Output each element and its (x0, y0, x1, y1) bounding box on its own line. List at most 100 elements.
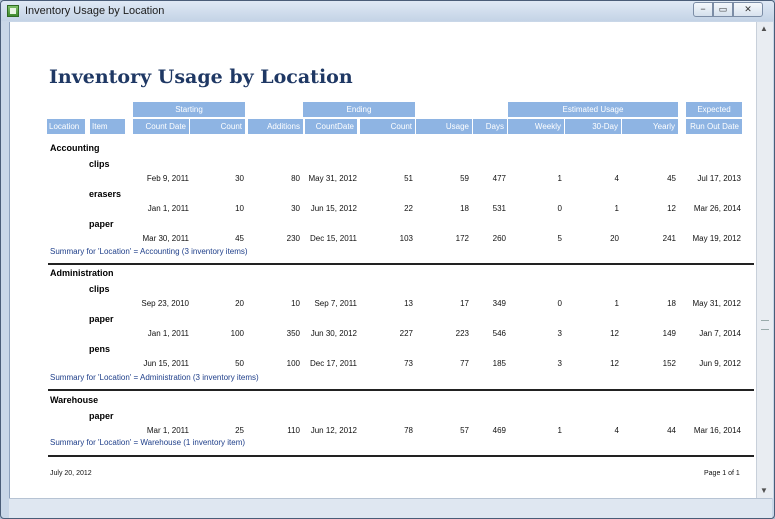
start-count-cell: 25 (235, 426, 244, 435)
thirty-day-cell: 20 (610, 234, 619, 243)
additions-cell: 80 (291, 174, 300, 183)
additions-cell: 110 (287, 426, 300, 435)
usage-cell: 59 (460, 174, 469, 183)
thirty-day-cell: 12 (610, 359, 619, 368)
run-out-date-cell: May 31, 2012 (692, 299, 741, 308)
column-days: Days (473, 119, 507, 134)
additions-cell: 350 (286, 329, 300, 338)
usage-cell: 57 (460, 426, 469, 435)
end-count-cell: 13 (404, 299, 413, 308)
start-count-date-cell: Jan 1, 2011 (147, 204, 189, 213)
days-cell: 349 (492, 299, 506, 308)
status-bar (9, 498, 772, 518)
vertical-scrollbar[interactable]: ▲ ▼ (756, 22, 773, 498)
group-divider (48, 455, 754, 457)
report-title: Inventory Usage by Location (49, 66, 353, 88)
scroll-down-arrow-icon[interactable]: ▼ (760, 486, 768, 495)
scroll-thumb-grip[interactable] (761, 320, 769, 330)
usage-cell: 223 (455, 329, 469, 338)
end-count-date-cell: Jun 15, 2012 (310, 204, 357, 213)
end-count-date-cell: Jun 12, 2012 (310, 426, 357, 435)
days-cell: 477 (492, 174, 506, 183)
column-30-day: 30-Day (565, 119, 621, 134)
weekly-cell: 5 (557, 234, 562, 243)
days-cell: 546 (492, 329, 506, 338)
column-weekly: Weekly (508, 119, 564, 134)
thirty-day-cell: 12 (610, 329, 619, 338)
yearly-cell: 149 (662, 329, 676, 338)
column-end-count-date: CountDate (305, 119, 357, 134)
window-title: Inventory Usage by Location (25, 5, 165, 17)
end-count-cell: 51 (404, 174, 413, 183)
item-name: paper (89, 411, 114, 421)
weekly-cell: 3 (557, 329, 562, 338)
run-out-date-cell: Mar 16, 2014 (693, 426, 741, 435)
report-page: Inventory Usage by Location Starting End… (10, 22, 756, 498)
item-name: clips (89, 284, 110, 294)
end-count-date-cell: Sep 7, 2011 (314, 299, 357, 308)
run-out-date-cell: Mar 26, 2014 (693, 204, 741, 213)
end-count-date-cell: May 31, 2012 (308, 174, 357, 183)
column-yearly: Yearly (622, 119, 678, 134)
yearly-cell: 12 (667, 204, 676, 213)
start-count-date-cell: Feb 9, 2011 (146, 174, 189, 183)
end-count-cell: 103 (399, 234, 413, 243)
thirty-day-cell: 4 (614, 426, 619, 435)
group-summary-accounting: Summary for 'Location' = Accounting (3 i… (50, 247, 248, 256)
item-name: clips (89, 159, 110, 169)
column-item: Item (90, 119, 125, 134)
thirty-day-cell: 1 (614, 204, 619, 213)
run-out-date-cell: Jun 9, 2012 (699, 359, 741, 368)
additions-cell: 230 (286, 234, 300, 243)
weekly-cell: 1 (557, 426, 562, 435)
end-count-date-cell: Jun 30, 2012 (310, 329, 357, 338)
close-button[interactable]: ✕ (733, 2, 763, 17)
end-count-cell: 227 (399, 329, 413, 338)
group-divider (48, 263, 754, 265)
column-end-count: Count (360, 119, 415, 134)
thirty-day-cell: 4 (614, 174, 619, 183)
minimize-button[interactable]: − (693, 2, 713, 17)
weekly-cell: 0 (557, 299, 562, 308)
usage-cell: 18 (460, 204, 469, 213)
yearly-cell: 152 (662, 359, 676, 368)
group-location-administration: Administration (50, 268, 114, 278)
start-count-date-cell: Mar 30, 2011 (142, 234, 189, 243)
column-usage: Usage (416, 119, 472, 134)
start-count-cell: 45 (235, 234, 244, 243)
start-count-cell: 30 (235, 174, 244, 183)
days-cell: 260 (492, 234, 506, 243)
header-estimated-usage: Estimated Usage (508, 102, 678, 117)
thirty-day-cell: 1 (614, 299, 619, 308)
title-bar[interactable]: Inventory Usage by Location − ▭ ✕ (1, 1, 774, 21)
group-summary-warehouse: Summary for 'Location' = Warehouse (1 in… (50, 438, 246, 447)
column-count-date: Count Date (133, 119, 189, 134)
yearly-cell: 45 (667, 174, 676, 183)
start-count-cell: 50 (235, 359, 244, 368)
group-location-warehouse: Warehouse (50, 395, 99, 405)
start-count-cell: 20 (235, 299, 244, 308)
group-divider (48, 389, 754, 391)
header-ending: Ending (303, 102, 415, 117)
report-app-icon (7, 5, 19, 17)
run-out-date-cell: Jul 17, 2013 (697, 174, 741, 183)
run-out-date-cell: May 19, 2012 (692, 234, 741, 243)
yearly-cell: 241 (662, 234, 676, 243)
end-count-date-cell: Dec 15, 2011 (310, 234, 357, 243)
header-expected: Expected (686, 102, 742, 117)
scroll-up-arrow-icon[interactable]: ▲ (760, 24, 768, 33)
usage-cell: 172 (455, 234, 469, 243)
group-summary-administration: Summary for 'Location' = Administration … (50, 373, 259, 382)
days-cell: 531 (492, 204, 506, 213)
column-additions: Additions (248, 119, 303, 134)
item-name: erasers (89, 189, 122, 199)
start-count-date-cell: Jun 15, 2011 (143, 359, 189, 368)
start-count-date-cell: Mar 1, 2011 (146, 426, 189, 435)
header-starting: Starting (133, 102, 245, 117)
additions-cell: 100 (286, 359, 300, 368)
end-count-cell: 73 (404, 359, 413, 368)
maximize-button[interactable]: ▭ (713, 2, 733, 17)
weekly-cell: 1 (557, 174, 562, 183)
report-window: Inventory Usage by Location − ▭ ✕ Invent… (0, 0, 775, 519)
start-count-cell: 10 (235, 204, 244, 213)
